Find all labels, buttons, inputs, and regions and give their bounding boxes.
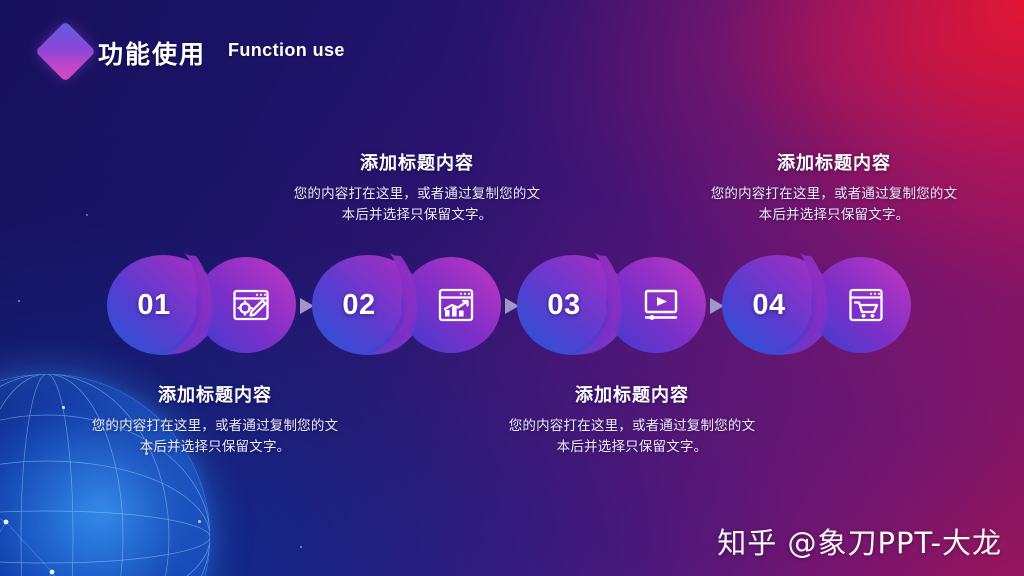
timeline-node[interactable]: 02 — [305, 252, 505, 358]
timeline-node[interactable]: 04 — [715, 252, 915, 358]
text-block: 添加标题内容 您的内容打在这里，或者通过复制您的文本后并选择只保留文字。 — [506, 381, 758, 459]
video-player-play-icon — [624, 252, 698, 358]
page-subtitle: Function use — [228, 40, 345, 60]
block-title: 添加标题内容 — [575, 385, 689, 406]
browser-settings-edit-icon — [214, 252, 288, 358]
browser-bar-chart-growth-icon — [419, 252, 493, 358]
page-title: 功能使用 — [98, 40, 207, 69]
particle-dot — [198, 520, 201, 523]
slide-canvas: 功能使用 Function use 01 02 03 04 添加标题内容 您的内… — [0, 0, 1024, 576]
block-title: 添加标题内容 — [777, 153, 891, 174]
block-body: 您的内容打在这里，或者通过复制您的文本后并选择只保留文字。 — [710, 186, 958, 224]
timeline-node[interactable]: 03 — [510, 252, 710, 358]
block-body: 您的内容打在这里，或者通过复制您的文本后并选择只保留文字。 — [91, 418, 339, 456]
slide-header: 功能使用 Function use — [0, 0, 1024, 104]
block-title: 添加标题内容 — [360, 153, 474, 174]
browser-shopping-cart-icon — [829, 252, 903, 358]
node-number: 04 — [752, 288, 786, 321]
particle-dot — [300, 546, 302, 548]
particle-dot — [62, 406, 65, 409]
block-body: 您的内容打在这里，或者通过复制您的文本后并选择只保留文字。 — [293, 186, 541, 224]
text-block: 添加标题内容 您的内容打在这里，或者通过复制您的文本后并选择只保留文字。 — [291, 149, 543, 227]
node-number: 01 — [137, 288, 171, 321]
node-number: 02 — [342, 288, 376, 321]
node-number: 03 — [547, 288, 581, 321]
text-block: 添加标题内容 您的内容打在这里，或者通过复制您的文本后并选择只保留文字。 — [89, 381, 341, 459]
timeline-row: 01 02 03 04 — [0, 252, 1024, 362]
particle-dot — [86, 214, 88, 216]
text-block: 添加标题内容 您的内容打在这里，或者通过复制您的文本后并选择只保留文字。 — [708, 149, 960, 227]
diamond-icon — [35, 21, 96, 82]
block-body: 您的内容打在这里，或者通过复制您的文本后并选择只保留文字。 — [508, 418, 756, 456]
watermark: 知乎 @象刀PPT-大龙 — [717, 526, 1002, 560]
timeline-node[interactable]: 01 — [100, 252, 300, 358]
block-title: 添加标题内容 — [158, 385, 272, 406]
